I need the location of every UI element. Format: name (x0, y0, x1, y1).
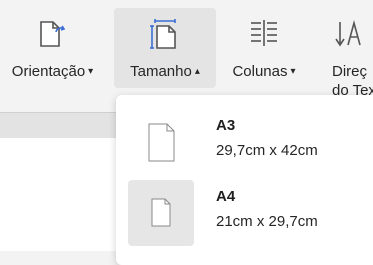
size-option-a3[interactable]: A3 29,7cm x 42cm (128, 109, 373, 175)
text-direction-label-line1: Direç (332, 63, 368, 80)
document-page (0, 138, 125, 251)
text-direction-icon (334, 18, 366, 55)
chevron-up-icon: ▴ (194, 66, 200, 77)
page-icon (151, 198, 171, 227)
chevron-down-icon: ▾ (290, 66, 296, 77)
columns-button[interactable]: Colunas ▾ (222, 8, 306, 88)
page-size-menu: A3 29,7cm x 42cm A4 21cm x 29,7cm (116, 95, 373, 265)
chevron-down-icon: ▾ (88, 66, 94, 77)
page-size-icon (149, 18, 181, 55)
page-thumbnail-a3 (128, 109, 194, 175)
size-option-name: A4 (216, 188, 236, 205)
size-option-a4[interactable]: A4 21cm x 29,7cm (128, 180, 373, 246)
size-option-name: A3 (216, 117, 236, 134)
size-option-dimensions: 29,7cm x 42cm (216, 142, 318, 159)
orientation-button[interactable]: Orientação ▾ (0, 8, 105, 88)
text-direction-button[interactable]: Direç do Tex (318, 8, 373, 99)
size-option-dimensions: 21cm x 29,7cm (216, 213, 318, 230)
size-label: Tamanho (130, 63, 192, 80)
orientation-label: Orientação (11, 63, 86, 80)
orientation-icon (37, 18, 69, 55)
size-button[interactable]: Tamanho ▴ (114, 8, 216, 88)
columns-icon (248, 18, 280, 55)
columns-label: Colunas (232, 63, 288, 80)
page-thumbnail-a4 (128, 180, 194, 246)
document-ruler-strip (0, 112, 125, 138)
page-icon (148, 123, 175, 162)
